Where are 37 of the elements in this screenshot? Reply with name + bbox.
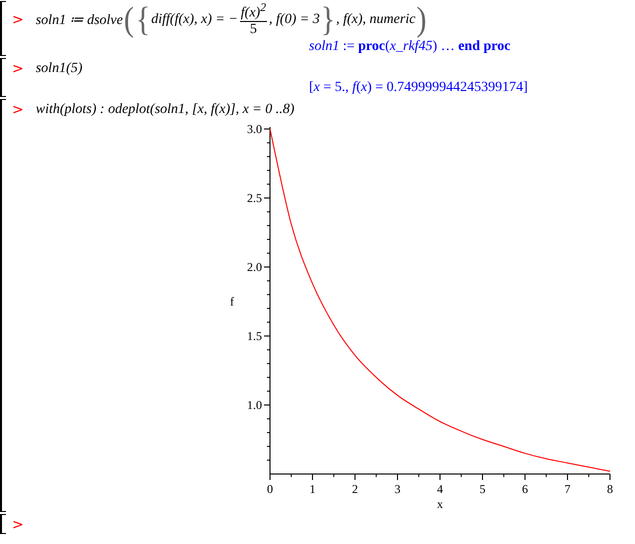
axis-label: x <box>437 497 443 512</box>
tick-label: 2 <box>352 482 358 496</box>
tick-label: 6 <box>522 482 528 496</box>
tick-label: 1 <box>310 482 316 496</box>
prompt-marker: > <box>12 516 24 533</box>
tick-label: 2.0 <box>247 260 262 274</box>
group-bracket <box>0 1 6 56</box>
command-text: soln1(5) <box>36 60 82 77</box>
delimiter: } <box>320 2 336 37</box>
tick-label: 1.0 <box>247 398 262 412</box>
command-text: diff(f(x), x) = − <box>151 12 238 28</box>
prompt-marker: > <box>12 102 24 118</box>
tick-label: 3.0 <box>247 122 262 136</box>
delimiter: ( <box>124 2 134 37</box>
axis-label: f <box>230 294 234 309</box>
tick-label: 2.5 <box>247 191 262 206</box>
group-bracket <box>0 58 6 98</box>
command-text: soln1 ≔ dsolve <box>36 12 123 29</box>
tick-label: 4 <box>437 482 443 496</box>
tick-label: 5 <box>480 482 486 496</box>
prompt-marker: > <box>12 12 24 28</box>
delimiter: ) <box>416 2 426 37</box>
fraction-denominator: 5 <box>250 22 257 38</box>
command-text: , f(x), numeric <box>336 12 416 28</box>
tick-label: 1.5 <box>247 329 262 344</box>
tick-label: 0 <box>267 482 273 496</box>
fraction-numerator: f(x)$^{2}$ <box>240 2 268 22</box>
output-text: [x = 5., f(x) = 0.749999944245399174] <box>309 80 528 96</box>
group-bracket <box>0 514 6 534</box>
prompt-marker: > <box>12 60 24 77</box>
tick-label: 8 <box>607 482 613 496</box>
tick-label: 3 <box>394 482 400 496</box>
output-text: soln1 := proc(x_rkf45) … end proc <box>309 39 510 54</box>
command-text: , f(0) = 3 <box>269 12 320 28</box>
command-text: with(plots) : odeplot(soln1, [x, f(x)], x = 0 ..8) <box>36 102 294 118</box>
tick-label: 7 <box>564 482 570 496</box>
delimiter: { <box>136 2 150 37</box>
